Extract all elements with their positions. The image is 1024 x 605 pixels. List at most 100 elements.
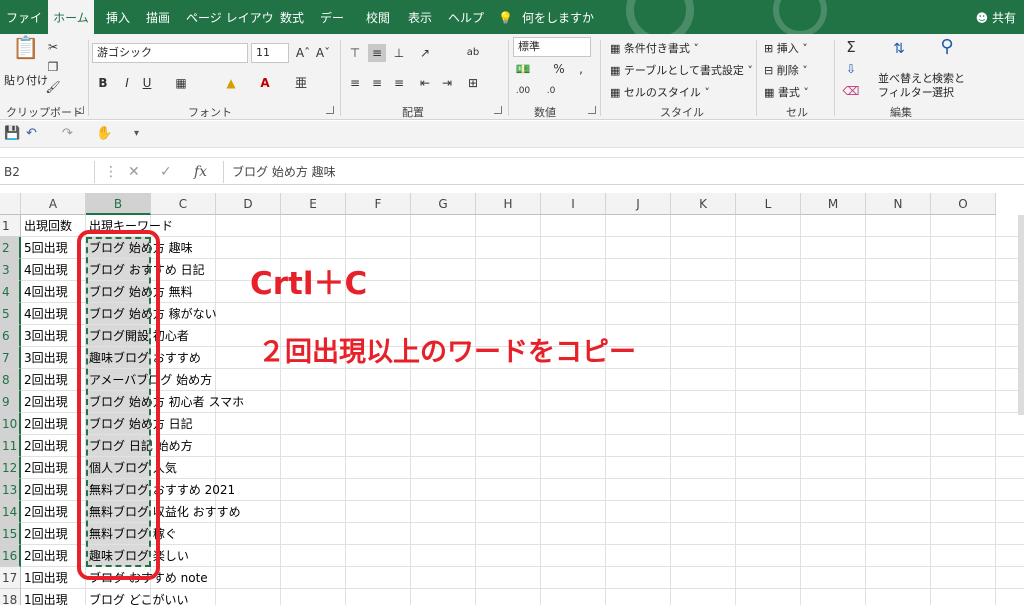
format-as-table-button[interactable]: ▦ テーブルとして書式設定 ˅ bbox=[610, 62, 753, 78]
vertical-scrollbar[interactable] bbox=[1018, 215, 1024, 415]
cell-a[interactable]: 出現回数 bbox=[21, 215, 72, 237]
column-header-e[interactable]: E bbox=[281, 193, 346, 215]
cell-a[interactable]: 2回出現 bbox=[21, 369, 68, 391]
cell-styles-button[interactable]: ▦ セルのスタイル ˅ bbox=[610, 84, 710, 100]
shrink-font-icon[interactable]: Aˇ bbox=[314, 44, 332, 62]
row-header[interactable]: 13 bbox=[0, 479, 21, 501]
select-all-corner[interactable] bbox=[0, 193, 21, 215]
row-header[interactable]: 9 bbox=[0, 391, 21, 413]
tab-formulas[interactable]: 数式 bbox=[280, 0, 308, 34]
format-painter-icon[interactable]: 🖌 bbox=[44, 78, 62, 96]
column-header-c[interactable]: C bbox=[151, 193, 216, 215]
align-left-icon[interactable]: ≡ bbox=[346, 74, 364, 92]
column-header-l[interactable]: L bbox=[736, 193, 801, 215]
row-header[interactable]: 5 bbox=[0, 303, 21, 325]
tab-help[interactable]: ヘルプ bbox=[448, 0, 484, 34]
column-header-a[interactable]: A bbox=[21, 193, 86, 215]
font-size-dropdown[interactable]: 11 bbox=[251, 43, 289, 63]
tell-me-search[interactable]: 何をしますか bbox=[522, 0, 602, 34]
cell-a[interactable]: 2回出現 bbox=[21, 545, 68, 567]
row-header[interactable]: 6 bbox=[0, 325, 21, 347]
number-launcher[interactable] bbox=[588, 106, 596, 114]
cell-a[interactable]: 2回出現 bbox=[21, 413, 68, 435]
tab-data[interactable]: データ bbox=[320, 0, 354, 34]
cell-a[interactable]: 4回出現 bbox=[21, 259, 68, 281]
fill-color-icon[interactable]: ▲ bbox=[222, 74, 240, 92]
row-header[interactable]: 1 bbox=[0, 215, 21, 237]
undo-icon[interactable]: ↶ bbox=[26, 125, 37, 143]
row-header[interactable]: 7 bbox=[0, 347, 21, 369]
column-header-h[interactable]: H bbox=[476, 193, 541, 215]
row-header[interactable]: 4 bbox=[0, 281, 21, 303]
cell-a[interactable]: 2回出現 bbox=[21, 479, 68, 501]
cell-a[interactable]: 2回出現 bbox=[21, 435, 68, 457]
font-color-icon[interactable]: A bbox=[256, 74, 274, 92]
underline-button[interactable]: U bbox=[138, 74, 156, 92]
merge-center-icon[interactable]: ⊞ bbox=[464, 74, 482, 92]
percent-icon[interactable]: % bbox=[550, 60, 568, 78]
tab-draw[interactable]: 描画 bbox=[146, 0, 174, 34]
cancel-icon[interactable]: ✕ bbox=[128, 161, 140, 183]
tab-home[interactable]: ホーム bbox=[48, 0, 94, 34]
tab-view[interactable]: 表示 bbox=[408, 0, 436, 34]
font-launcher[interactable] bbox=[326, 106, 334, 114]
tab-file[interactable]: ファイル bbox=[6, 0, 42, 34]
redo-icon[interactable]: ↷ bbox=[62, 125, 73, 143]
cut-icon[interactable]: ✂ bbox=[44, 38, 62, 56]
paste-label[interactable]: 貼り付け bbox=[4, 72, 48, 88]
row-header[interactable]: 14 bbox=[0, 501, 21, 523]
cell-a[interactable]: 1回出現 bbox=[21, 567, 68, 589]
align-middle-icon[interactable]: ≡ bbox=[368, 44, 386, 62]
insert-cells-button[interactable]: ⊞ 挿入 ˅ bbox=[764, 40, 808, 56]
align-right-icon[interactable]: ≡ bbox=[390, 74, 408, 92]
bold-button[interactable]: B bbox=[94, 74, 112, 92]
increase-indent-icon[interactable]: ⇥ bbox=[438, 74, 456, 92]
clear-icon[interactable]: ⌫ bbox=[842, 82, 860, 100]
enter-icon[interactable]: ✓ bbox=[160, 161, 172, 183]
autosum-icon[interactable]: Σ bbox=[842, 38, 860, 56]
accounting-icon[interactable]: 💵 bbox=[514, 60, 532, 78]
border-icon[interactable]: ▦ bbox=[172, 74, 190, 92]
row-header[interactable]: 18 bbox=[0, 589, 21, 605]
row-header[interactable]: 3 bbox=[0, 259, 21, 281]
cell-a[interactable]: 4回出現 bbox=[21, 303, 68, 325]
name-box[interactable]: B2 bbox=[0, 161, 95, 183]
delete-cells-button[interactable]: ⊟ 削除 ˅ bbox=[764, 62, 808, 78]
copy-icon[interactable]: ❐ bbox=[44, 58, 62, 76]
tab-page-layout[interactable]: ページ レイアウト bbox=[186, 0, 276, 34]
customize-qat-icon[interactable]: ▾ bbox=[134, 125, 139, 143]
cell-b[interactable]: ブログ どこがいい bbox=[86, 589, 188, 605]
sort-filter-label-2[interactable]: フィルター bbox=[878, 84, 933, 100]
column-header-o[interactable]: O bbox=[931, 193, 996, 215]
column-header-k[interactable]: K bbox=[671, 193, 736, 215]
column-header-b[interactable]: B bbox=[86, 193, 151, 215]
column-header-m[interactable]: M bbox=[801, 193, 866, 215]
cell-a[interactable]: 2回出現 bbox=[21, 391, 68, 413]
decrease-indent-icon[interactable]: ⇤ bbox=[416, 74, 434, 92]
column-header-g[interactable]: G bbox=[411, 193, 476, 215]
touch-mode-icon[interactable]: ✋ bbox=[96, 125, 112, 143]
increase-decimal-icon[interactable]: .00 bbox=[514, 82, 532, 100]
phonetic-icon[interactable]: 亜 bbox=[292, 74, 310, 92]
column-header-d[interactable]: D bbox=[216, 193, 281, 215]
cell-a[interactable]: 1回出現 bbox=[21, 589, 68, 605]
cell-a[interactable]: 4回出現 bbox=[21, 281, 68, 303]
align-center-icon[interactable]: ≡ bbox=[368, 74, 386, 92]
row-header[interactable]: 17 bbox=[0, 567, 21, 589]
cell-a[interactable]: 2回出現 bbox=[21, 501, 68, 523]
cell-a[interactable]: 2回出現 bbox=[21, 457, 68, 479]
find-select-label-2[interactable]: 選択 bbox=[932, 84, 954, 100]
row-header[interactable]: 2 bbox=[0, 237, 21, 259]
alignment-launcher[interactable] bbox=[494, 106, 502, 114]
cell-a[interactable]: 5回出現 bbox=[21, 237, 68, 259]
comma-icon[interactable]: , bbox=[572, 60, 590, 78]
row-header[interactable]: 16 bbox=[0, 545, 21, 567]
row-header[interactable]: 11 bbox=[0, 435, 21, 457]
magnifier-icon[interactable]: ⚲ bbox=[938, 38, 956, 56]
tab-insert[interactable]: 挿入 bbox=[106, 0, 134, 34]
italic-button[interactable]: I bbox=[118, 74, 136, 92]
formula-input[interactable]: ブログ 始め方 趣味 bbox=[223, 161, 1024, 183]
insert-function-icon[interactable]: fx bbox=[194, 161, 207, 183]
share-button[interactable]: ☻ 共有 bbox=[976, 0, 1016, 34]
column-header-n[interactable]: N bbox=[866, 193, 931, 215]
